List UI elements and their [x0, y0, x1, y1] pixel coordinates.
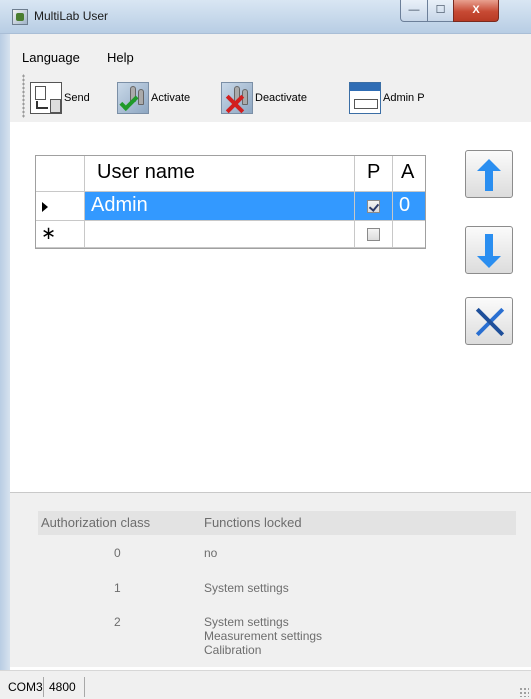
minimize-button[interactable]: — — [400, 0, 428, 22]
cell-a-new[interactable] — [393, 221, 425, 248]
arrow-down-icon — [477, 234, 501, 268]
move-up-button[interactable] — [465, 150, 513, 198]
row-header-new[interactable]: ∗ — [36, 221, 85, 248]
menu-help[interactable]: Help — [107, 50, 134, 65]
status-baud: 4800 — [45, 677, 85, 697]
auth-header-functions: Functions locked — [204, 515, 302, 530]
new-row-icon: ∗ — [41, 223, 57, 243]
auth-header-row: Authorization class Functions locked — [38, 511, 516, 535]
activate-button[interactable]: Activate — [117, 78, 190, 118]
column-header-p[interactable]: P — [355, 156, 393, 192]
p-checkbox[interactable] — [367, 200, 380, 213]
cell-p-new[interactable] — [355, 221, 393, 248]
window-frame — [0, 34, 10, 670]
maximize-button[interactable]: ☐ — [427, 0, 454, 22]
toolbar: Send Activate Deactivate Admin P — [10, 70, 531, 122]
deactivate-button[interactable]: Deactivate — [221, 78, 307, 118]
menu-bar: Language Help — [10, 34, 531, 70]
table-row[interactable]: Admin 0 — [36, 192, 425, 221]
window-title: MultiLab User — [34, 9, 109, 23]
title-bar: MultiLab User — ☐ X — [0, 0, 531, 34]
send-button[interactable]: Send — [30, 78, 90, 118]
status-port: COM3 — [4, 677, 44, 697]
admin-label: Admin P — [383, 92, 425, 104]
close-button[interactable]: X — [453, 0, 499, 22]
table-row-new[interactable]: ∗ — [36, 221, 425, 248]
cell-user-name[interactable]: Admin — [85, 192, 355, 221]
move-down-button[interactable] — [465, 226, 513, 274]
delete-user-button[interactable] — [465, 297, 513, 345]
p-checkbox-new[interactable] — [367, 228, 380, 241]
column-header-user-name[interactable]: User name — [85, 156, 355, 192]
toolbar-grip[interactable] — [22, 74, 25, 118]
delete-x-icon — [474, 306, 506, 338]
app-icon — [12, 9, 28, 25]
current-row-icon — [42, 202, 48, 212]
grid-corner-header[interactable] — [36, 156, 85, 192]
authorization-table: Authorization class Functions locked 0 n… — [10, 493, 531, 667]
send-label: Send — [64, 92, 90, 104]
row-header-selected[interactable] — [36, 192, 85, 221]
grid-header-row: User name P A — [36, 156, 425, 192]
cell-p[interactable] — [355, 192, 393, 221]
menu-language[interactable]: Language — [22, 50, 80, 65]
admin-window-icon — [349, 82, 381, 114]
auth-header-class: Authorization class — [41, 515, 151, 530]
column-header-a[interactable]: A — [393, 156, 425, 192]
users-grid[interactable]: User name P A Admin 0 ∗ — [35, 155, 426, 249]
send-icon — [30, 82, 62, 114]
status-bar: COM3 4800 — [0, 670, 531, 699]
arrow-up-icon — [477, 159, 501, 191]
activate-label: Activate — [151, 92, 191, 104]
resize-grip-icon[interactable] — [519, 687, 529, 697]
cell-a[interactable]: 0 — [393, 192, 425, 221]
deactivate-keys-icon — [221, 82, 253, 114]
cell-user-name-new[interactable] — [85, 221, 355, 248]
deactivate-label: Deactivate — [255, 92, 307, 104]
admin-password-button[interactable]: Admin P — [349, 78, 425, 118]
activate-keys-icon — [117, 82, 149, 114]
